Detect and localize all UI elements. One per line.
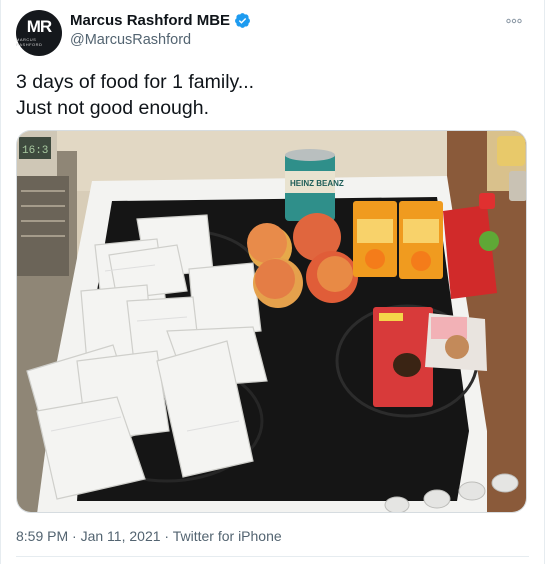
author-names: Marcus Rashford MBE @MarcusRashford — [70, 12, 251, 48]
oven-clock-display: 16:3 — [22, 145, 48, 157]
tweet-photo[interactable]: 16:3 HEINZ BEANZ — [16, 130, 527, 513]
tweet-date[interactable]: Jan 11, 2021 — [81, 528, 161, 544]
tweet-meta: 8:59 PM · Jan 11, 2021 · Twitter for iPh… — [16, 528, 282, 544]
avatar-monogram: MR — [26, 17, 52, 36]
tweet-header: MR MARCUS RASHFORD Marcus Rashford MBE @… — [16, 10, 534, 58]
author-display-name[interactable]: Marcus Rashford MBE — [70, 12, 230, 29]
tweet-text-line: 3 days of food for 1 family... — [16, 71, 255, 93]
tweet-time[interactable]: 8:59 PM — [16, 528, 68, 544]
tweet-text: 3 days of food for 1 family... Just not … — [16, 69, 516, 121]
tweet-text-line: Just not good enough. — [16, 97, 209, 119]
author-avatar[interactable]: MR MARCUS RASHFORD — [16, 10, 62, 56]
author-handle[interactable]: @MarcusRashford — [70, 32, 251, 48]
meta-separator: · — [68, 528, 81, 544]
more-options-icon[interactable] — [502, 12, 526, 30]
tweet-card: MR MARCUS RASHFORD Marcus Rashford MBE @… — [0, 0, 545, 564]
meta-separator: · — [160, 528, 173, 544]
avatar-caption: MARCUS RASHFORD — [16, 37, 43, 47]
divider — [16, 556, 529, 557]
tweet-source[interactable]: Twitter for iPhone — [173, 528, 282, 544]
verified-badge-icon — [235, 13, 250, 28]
can-label: HEINZ BEANZ — [290, 179, 344, 188]
